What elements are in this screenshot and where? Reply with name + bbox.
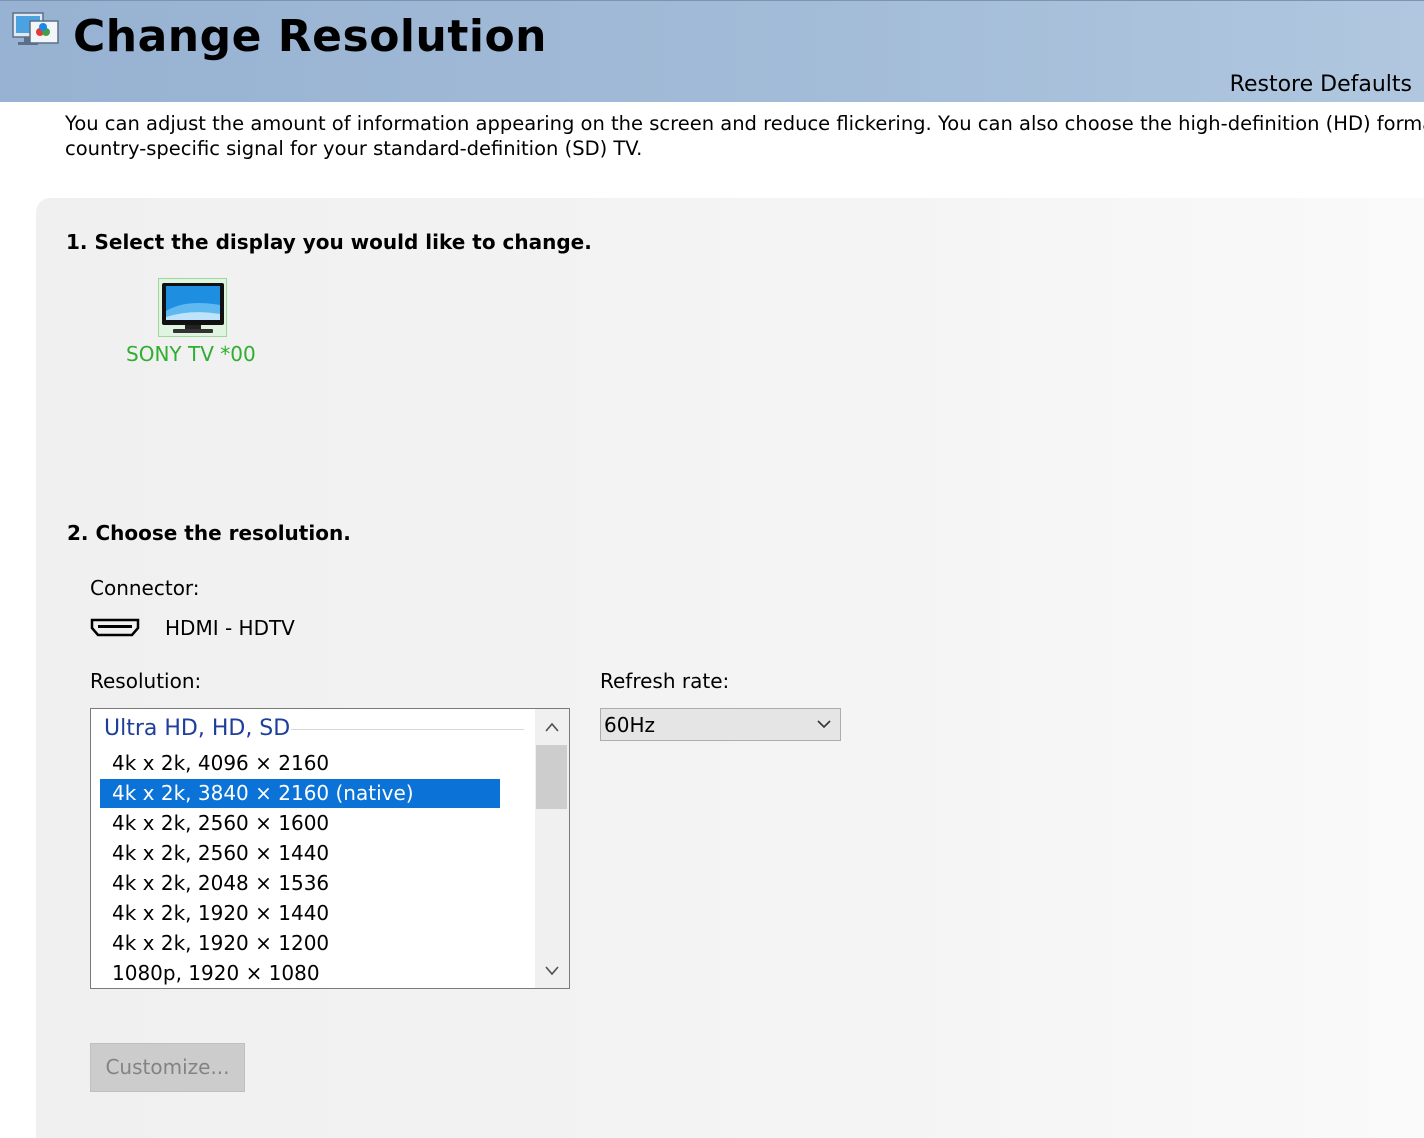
- tv-icon: [162, 283, 224, 333]
- page-title: Change Resolution: [73, 11, 548, 62]
- hdmi-icon: [90, 618, 140, 637]
- restore-defaults-link[interactable]: Restore Defaults: [1230, 71, 1412, 99]
- resolution-option[interactable]: 4k x 2k, 1920 × 1440: [100, 899, 500, 928]
- resolution-option[interactable]: 4k x 2k, 4096 × 2160: [100, 749, 500, 778]
- connector-value: HDMI - HDTV: [165, 616, 295, 640]
- display-name[interactable]: SONY TV *00: [126, 341, 256, 367]
- chevron-up-icon: [545, 722, 559, 732]
- chevron-down-icon: [545, 966, 559, 976]
- group-divider: [291, 729, 524, 730]
- header-bar: Change Resolution Restore Defaults: [0, 0, 1424, 102]
- customize-button[interactable]: Customize...: [90, 1043, 245, 1092]
- resolution-option[interactable]: 4k x 2k, 1920 × 1200: [100, 929, 500, 958]
- description-line-1: You can adjust the amount of information…: [65, 112, 1424, 135]
- settings-panel: [36, 198, 1424, 1138]
- resolution-option[interactable]: 4k x 2k, 2560 × 1600: [100, 809, 500, 838]
- resolution-option[interactable]: 4k x 2k, 2048 × 1536: [100, 869, 500, 898]
- page-description: You can adjust the amount of information…: [65, 111, 1424, 161]
- resolution-label: Resolution:: [90, 669, 202, 693]
- listbox-scrollbar[interactable]: [535, 709, 569, 988]
- step2-title: 2. Choose the resolution.: [67, 521, 351, 545]
- step1-title: 1. Select the display you would like to …: [66, 230, 592, 254]
- chevron-down-icon: [817, 720, 831, 729]
- resolution-option-selected[interactable]: 4k x 2k, 3840 × 2160 (native): [100, 779, 500, 808]
- refresh-rate-label: Refresh rate:: [600, 669, 730, 693]
- scroll-down-button[interactable]: [535, 952, 569, 988]
- scroll-up-button[interactable]: [535, 709, 569, 745]
- display-settings-icon: [12, 12, 59, 45]
- refresh-rate-dropdown[interactable]: 60Hz: [600, 708, 841, 741]
- resolution-listbox[interactable]: Ultra HD, HD, SD 4k x 2k, 4096 × 2160 4k…: [90, 708, 570, 989]
- connector-label: Connector:: [90, 576, 200, 600]
- scroll-thumb[interactable]: [536, 745, 567, 809]
- resolution-group-heading: Ultra HD, HD, SD: [104, 716, 291, 741]
- description-line-2: country-specific signal for your standar…: [65, 137, 643, 160]
- display-tile-sony-tv[interactable]: [158, 278, 227, 337]
- resolution-option[interactable]: 4k x 2k, 2560 × 1440: [100, 839, 500, 868]
- refresh-rate-value: 60Hz: [604, 713, 655, 737]
- resolution-option[interactable]: 1080p, 1920 × 1080: [100, 959, 500, 988]
